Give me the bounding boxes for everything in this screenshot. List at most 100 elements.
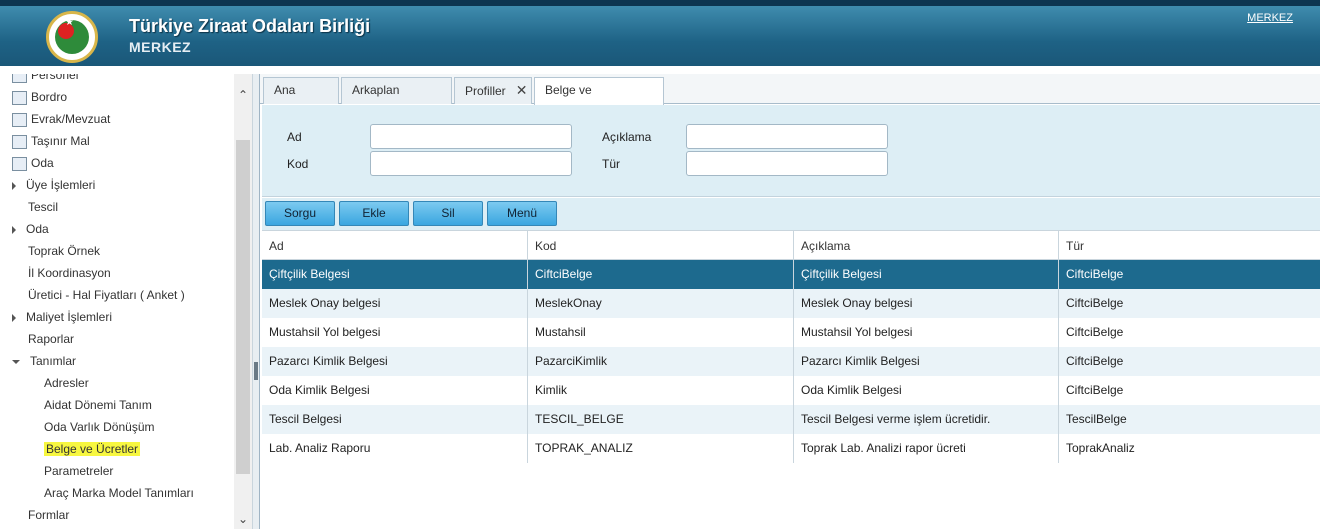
close-tab-icon[interactable]: ✕ xyxy=(516,82,528,98)
sidebar-item-label: Belge ve Ücretler xyxy=(44,442,141,456)
table-cell: Oda Kimlik Belgesi xyxy=(262,376,528,405)
table-row[interactable]: Mustahsil Yol belgesi Mustahsil Mustahsil … xyxy=(262,318,1320,347)
table-cell: TescilBelge xyxy=(1059,405,1320,434)
collapsed-arrow-icon[interactable] xyxy=(12,181,16,190)
table-row[interactable]: Pazarcı Kimlik Belgesi PazarciKimlik Pazar… xyxy=(262,347,1320,376)
table-row[interactable]: Lab. Analiz Raporu TOPRAK_ANALIZ Toprak La… xyxy=(262,434,1320,463)
sidebar-item-label: Araç Marka Model Tanımları xyxy=(44,486,194,500)
sidebar-item-i-l-koordinasyon[interactable]: İl Koordinasyon xyxy=(28,262,111,284)
aciklama-input[interactable] xyxy=(686,124,888,149)
sil-button[interactable]: Sil xyxy=(413,201,483,226)
column-header[interactable]: Kod xyxy=(528,231,794,261)
sidebar-item-tan-mlar[interactable]: Tanımlar xyxy=(12,350,76,372)
tab-1[interactable]: Arkaplan İşler✕ xyxy=(341,77,452,123)
tab-0[interactable]: Ana Sayfa xyxy=(263,77,339,122)
sidebar-item-parametreler[interactable]: Parametreler xyxy=(44,460,113,482)
search-form: Ad Kod Açıklama Tür xyxy=(262,105,1320,197)
sidebar-item-ye-i-lemleri[interactable]: Üye İşlemleri xyxy=(12,174,95,196)
expanded-arrow-icon[interactable] xyxy=(12,359,20,364)
table-cell: Meslek Onay belgesi xyxy=(262,289,528,318)
sidebar-scroll-thumb[interactable] xyxy=(236,140,250,474)
table-cell: Toprak Lab. Analizi rapor ücreti xyxy=(794,434,1059,463)
tab-2[interactable]: Profiller ✕ xyxy=(454,77,532,104)
personnel-icon xyxy=(12,74,27,83)
tur-label: Tür xyxy=(602,157,620,171)
table-row[interactable]: Çiftçilik Belgesi CiftciBelge Çiftçilik Be… xyxy=(262,260,1320,289)
app-subtitle: MERKEZ xyxy=(129,39,192,55)
tzob-logo: ★ xyxy=(46,11,98,63)
tur-input[interactable] xyxy=(686,151,888,176)
sidebar-item-ara-marka-model-tan-mlar[interactable]: Araç Marka Model Tanımları xyxy=(44,482,194,504)
table-row[interactable]: Meslek Onay belgesi MeslekOnay Meslek Onay… xyxy=(262,289,1320,318)
main-panel: Ana SayfaArkaplan İşler✕ Profiller ✕ Belge … xyxy=(259,74,1320,529)
ekle-button[interactable]: Ekle xyxy=(339,201,409,226)
chamber-icon xyxy=(12,156,27,171)
ad-label: Ad xyxy=(287,130,302,144)
aciklama-label: Açıklama xyxy=(602,130,652,144)
sidebar-item-label: Üretici - Hal Fiyatları ( Anket ) xyxy=(28,288,185,302)
sidebar-item-label: İl Koordinasyon xyxy=(28,266,111,280)
table-cell: TOPRAK_ANALIZ xyxy=(528,434,794,463)
sidebar-item-adresler[interactable]: Adresler xyxy=(44,372,89,394)
ad-input[interactable] xyxy=(370,124,572,149)
sidebar-item-raporlar[interactable]: Raporlar xyxy=(28,328,74,350)
user-link[interactable]: MERKEZ xyxy=(1247,12,1293,24)
column-header[interactable]: Açıklama xyxy=(794,231,1059,261)
collapsed-arrow-icon[interactable] xyxy=(12,313,16,322)
table-cell: CiftciBelge xyxy=(1059,289,1320,318)
table-row[interactable]: Tescil Belgesi TESCIL_BELGE Tescil Belgesi… xyxy=(262,405,1320,434)
sidebar-item-maliyet-i-lemleri[interactable]: Maliyet İşlemleri xyxy=(12,306,112,328)
sidebar-item-aidat-d-nemi-tan-m[interactable]: Aidat Dönemi Tanım xyxy=(44,394,152,416)
table-cell: CiftciBelge xyxy=(1059,260,1320,289)
table-cell: CiftciBelge xyxy=(1059,376,1320,405)
kod-input[interactable] xyxy=(370,151,572,176)
table-cell: Mustahsil xyxy=(528,318,794,347)
sidebar-item-toprak-rnek[interactable]: Toprak Örnek xyxy=(28,240,100,262)
table-row[interactable]: Oda Kimlik Belgesi Kimlik Oda Kimlik Belge… xyxy=(262,376,1320,405)
table-cell: Mustahsil Yol belgesi xyxy=(794,318,1059,347)
table-cell: Çiftçilik Belgesi xyxy=(794,260,1059,289)
sidebar-menu: Personel Bordro Evrak/Mevzuat Taşınır Mal Od… xyxy=(0,74,252,529)
results-grid: Ad Kod Açıklama Tür Çiftçilik Belgesi CiftciB… xyxy=(262,230,1320,463)
table-cell: ToprakAnaliz xyxy=(1059,434,1320,463)
sidebar-item-label: Toprak Örnek xyxy=(28,244,101,258)
collapsed-arrow-icon[interactable] xyxy=(12,225,16,234)
tab-bar: Ana SayfaArkaplan İşler✕ Profiller ✕ Belge … xyxy=(260,74,1320,123)
sidebar-item-bordro[interactable]: Bordro xyxy=(12,86,67,108)
table-cell: Oda Kimlik Belgesi xyxy=(794,376,1059,405)
sidebar-item-ta-n-r-mal[interactable]: Taşınır Mal xyxy=(12,130,90,152)
table-cell: CiftciBelge xyxy=(528,260,794,289)
sidebar-item-personel[interactable]: Personel xyxy=(12,74,78,86)
sidebar-item-formlar[interactable]: Formlar xyxy=(28,504,69,526)
sidebar-item-label: Bordro xyxy=(31,90,68,104)
sidebar-item-evrak-mevzuat[interactable]: Evrak/Mevzuat xyxy=(12,108,110,130)
inventory-icon xyxy=(12,134,27,149)
splitter-grip[interactable] xyxy=(254,362,258,380)
panel-splitter[interactable] xyxy=(252,74,259,529)
sidebar-item-tescil[interactable]: Tescil xyxy=(28,196,58,218)
menu-button[interactable]: Menü xyxy=(487,201,557,226)
kod-label: Kod xyxy=(287,157,309,171)
table-cell: Kimlik xyxy=(528,376,794,405)
sidebar-item-label: Aidat Dönemi Tanım xyxy=(44,398,152,412)
payroll-icon xyxy=(12,90,27,105)
sidebar-item-label: Tanımlar xyxy=(30,354,77,368)
sorgu-button[interactable]: Sorgu xyxy=(265,201,335,226)
table-cell: Tescil Belgesi xyxy=(262,405,528,434)
scroll-down-icon[interactable]: ⌄ xyxy=(236,512,250,526)
sidebar-item-oda-varl-k-d-n-m[interactable]: Oda Varlık Dönüşüm xyxy=(44,416,155,438)
column-header[interactable]: Tür xyxy=(1059,231,1320,261)
sidebar-item-belge-ve-cretler[interactable]: Belge ve Ücretler xyxy=(44,438,141,460)
table-cell: CiftciBelge xyxy=(1059,318,1320,347)
column-header[interactable]: Ad xyxy=(262,231,528,261)
sidebar-item-oda[interactable]: Oda xyxy=(12,218,49,240)
table-cell: CiftciBelge xyxy=(1059,347,1320,376)
sidebar-item-label: Oda xyxy=(26,222,49,236)
sidebar-item-retici-hal-fiyatlar-anket[interactable]: Üretici - Hal Fiyatları ( Anket ) xyxy=(28,284,185,306)
sidebar-item-label: Raporlar xyxy=(28,332,75,346)
sidebar-item-label: Parametreler xyxy=(44,464,114,478)
sidebar-item-label: Personel xyxy=(31,74,79,82)
sidebar-item-oda[interactable]: Oda xyxy=(12,152,54,174)
scroll-up-icon[interactable]: ⌃ xyxy=(236,88,250,102)
tab-3[interactable]: Belge ve Ücretler✕ xyxy=(534,77,664,123)
